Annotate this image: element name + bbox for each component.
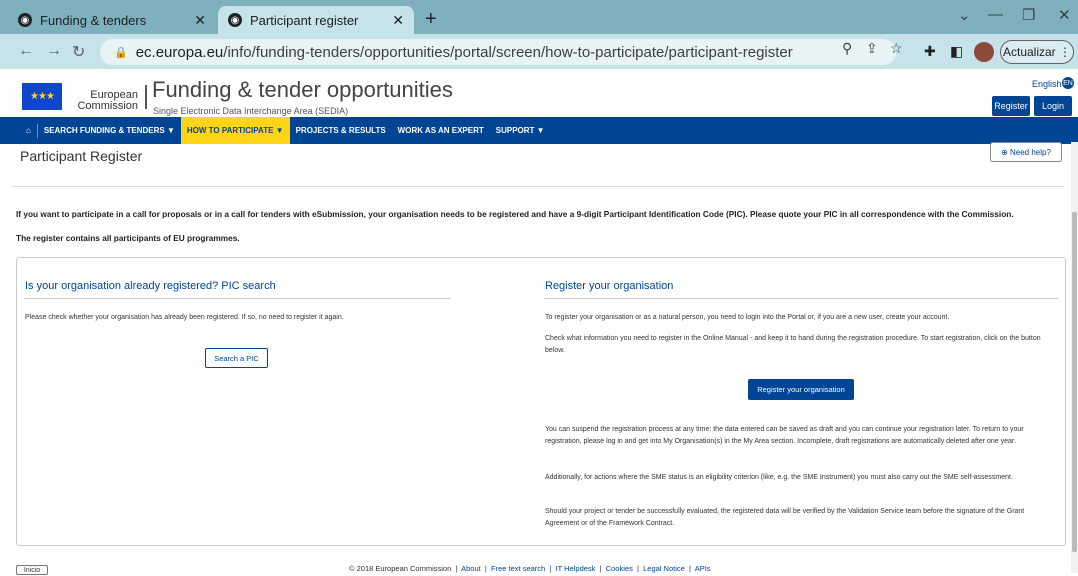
url-path: /info/funding-tenders/opportunities/port… [223, 43, 793, 61]
footer-link-search[interactable]: Free text search [491, 564, 545, 573]
login-button[interactable]: Login [1034, 96, 1072, 116]
page-footer: © 2018 European Commission | About | Fre… [0, 561, 1071, 573]
chevron-down-icon[interactable]: ⌄ [958, 6, 971, 24]
browser-tab-bar: ◉ Funding & tenders ✕ ◉ Participant regi… [0, 0, 1078, 34]
register-text-5: Should your project or tender be success… [545, 508, 1025, 527]
footer-link-apis[interactable]: APIs [695, 564, 711, 573]
close-tab-icon[interactable]: ✕ [194, 12, 206, 29]
footer-link-helpdesk[interactable]: IT Helpdesk [556, 564, 596, 573]
title-divider [12, 186, 1064, 187]
nav-work-as-expert[interactable]: WORK AS AN EXPERT [392, 117, 490, 144]
language-code-badge[interactable]: EN [1062, 77, 1074, 89]
nav-label: PROJECTS & RESULTS [295, 126, 386, 135]
globe-icon: ◉ [18, 13, 32, 27]
footer-link-about[interactable]: About [461, 564, 481, 573]
nav-support[interactable]: SUPPORT ▼ [490, 117, 551, 144]
ec-line2: Commission [77, 100, 138, 112]
pic-search-title: Is your organisation already registered?… [25, 280, 276, 292]
register-button[interactable]: Register [992, 96, 1030, 116]
footer-links: © 2018 European Commission | About | Fre… [349, 564, 711, 573]
back-icon[interactable]: ← [18, 42, 34, 60]
restore-icon[interactable]: ❐ [1022, 6, 1035, 24]
caret-down-icon: ▼ [536, 126, 545, 135]
browser-tab-funding[interactable]: ◉ Funding & tenders ✕ [8, 6, 216, 34]
register-text-1: To register your organisation or as a na… [545, 314, 950, 321]
register-organisation-button[interactable]: Register your organisation [748, 379, 854, 400]
header-divider [145, 85, 147, 109]
extensions-icon[interactable]: ✚ [924, 43, 936, 60]
registration-card [16, 257, 1066, 546]
help-label: Need help? [1010, 147, 1051, 157]
new-tab-button[interactable]: + [425, 8, 437, 31]
nav-label: SUPPORT [495, 126, 535, 135]
nav-search-funding[interactable]: SEARCH FUNDING & TENDERS ▼ [38, 117, 181, 144]
eu-flag-logo[interactable]: ★★★ [22, 83, 62, 110]
nav-label: HOW TO PARTICIPATE [186, 126, 274, 135]
close-window-icon[interactable]: ✕ [1058, 6, 1071, 24]
main-navigation: ⌂ SEARCH FUNDING & TENDERS ▼ HOW TO PART… [0, 117, 1078, 144]
reload-icon[interactable]: ↻ [72, 42, 85, 62]
url-input[interactable]: 🔒 ec.europa.eu/info/funding-tenders/oppo… [100, 39, 896, 65]
forward-icon[interactable]: → [46, 42, 62, 60]
language-selector[interactable]: English [1032, 79, 1062, 89]
update-button[interactable]: Actualizar ⋮ [1000, 40, 1074, 64]
share-icon[interactable]: ⇪ [866, 40, 878, 57]
close-tab-icon[interactable]: ✕ [392, 12, 404, 29]
profile-avatar[interactable] [974, 42, 994, 62]
zoom-icon[interactable]: ⚲ [842, 40, 852, 57]
caret-down-icon: ▼ [275, 126, 284, 135]
home-icon[interactable]: ⌂ [0, 117, 37, 144]
intro-text: If you want to participate in a call for… [16, 209, 1014, 219]
nav-label: SEARCH FUNDING & TENDERS [43, 126, 165, 135]
nav-how-to-participate[interactable]: HOW TO PARTICIPATE ▼ [180, 117, 290, 144]
star-icon[interactable]: ☆ [890, 40, 903, 57]
pic-search-text: Please check whether your organisation h… [25, 314, 344, 321]
nav-projects-results[interactable]: PROJECTS & RESULTS [290, 117, 392, 144]
url-domain: ec.europa.eu [135, 43, 224, 61]
register-text-2: Check what information you need to regis… [545, 335, 1041, 354]
page-title: Participant Register [20, 148, 143, 164]
nav-label: WORK AS AN EXPERT [397, 126, 484, 135]
minimize-icon[interactable]: — [988, 6, 1003, 23]
scrollbar-thumb[interactable] [1072, 212, 1077, 552]
register-text-4: Additionally, for actions where the SME … [545, 474, 1013, 481]
lifebuoy-icon: ⊕ [1001, 147, 1008, 157]
footer-copyright: © 2018 European Commission [349, 564, 452, 573]
globe-icon: ◉ [228, 13, 242, 27]
caret-down-icon: ▼ [166, 126, 175, 135]
tab-title: Funding & tenders [40, 12, 147, 28]
browser-address-bar: ← → ↻ 🔒 ec.europa.eu/info/funding-tender… [0, 34, 1078, 69]
inicio-button[interactable]: Inicio [16, 565, 48, 575]
site-header: ★★★ European Commission Funding & tender… [0, 69, 1078, 117]
search-pic-button[interactable]: Search a PIC [205, 348, 268, 368]
section-rule [544, 298, 1058, 299]
need-help-button[interactable]: ⊕ Need help? [990, 142, 1062, 162]
browser-tab-participant-register[interactable]: ◉ Participant register ✕ [218, 6, 414, 34]
update-label: Actualizar [1002, 45, 1056, 59]
lock-icon: 🔒 [114, 46, 128, 59]
register-text-3: You can suspend the registration process… [545, 426, 1024, 445]
section-rule [24, 298, 451, 299]
sidepanel-icon[interactable]: ◧ [950, 43, 963, 60]
tab-title: Participant register [250, 12, 359, 28]
footer-link-cookies[interactable]: Cookies [606, 564, 633, 573]
site-title[interactable]: Funding & tender opportunities [152, 77, 453, 103]
register-org-title: Register your organisation [545, 280, 674, 292]
intro-text-2: The register contains all participants o… [16, 233, 240, 243]
site-subtitle: Single Electronic Data Interchange Area … [153, 106, 349, 116]
footer-link-legal[interactable]: Legal Notice [643, 564, 685, 573]
ec-logo-text: European Commission [68, 90, 138, 112]
